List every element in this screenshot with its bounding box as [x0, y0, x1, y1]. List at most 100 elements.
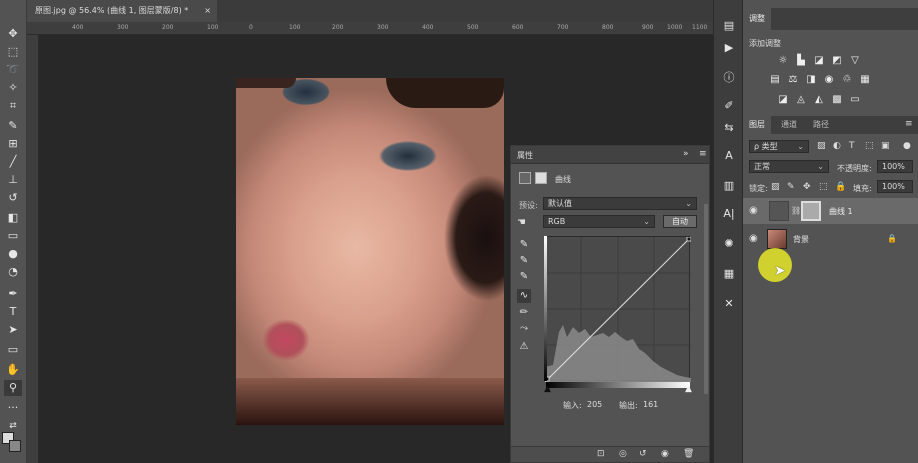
more-tools-icon[interactable]: ···: [4, 400, 22, 416]
white-point-slider[interactable]: ▲: [685, 384, 692, 394]
color-balance-icon[interactable]: ⚖: [787, 74, 799, 86]
curve-point-tool-icon[interactable]: ∿: [517, 289, 531, 303]
channel-select[interactable]: RGB ⌄: [543, 215, 655, 228]
eyedropper-tool-icon[interactable]: ✎: [4, 118, 22, 134]
layer-row-curves[interactable]: ◉ ⛓ 曲线 1: [743, 198, 918, 224]
dodge-tool-icon[interactable]: ◔: [4, 264, 22, 280]
black-point-slider[interactable]: ▲: [544, 384, 551, 394]
visibility-eye-icon[interactable]: ◉: [661, 449, 669, 459]
move-tool-icon[interactable]: ✥: [4, 26, 22, 42]
view-previous-icon[interactable]: ◎: [619, 449, 627, 459]
layer-name[interactable]: 曲线 1: [829, 206, 853, 217]
layer-mask-thumb[interactable]: [801, 201, 821, 221]
zoom-tool-icon[interactable]: ⚲: [4, 380, 22, 396]
blur-tool-icon[interactable]: ●: [4, 246, 22, 262]
actions-panel-icon[interactable]: ▶: [721, 40, 737, 56]
eyedropper-gray-icon[interactable]: ✎: [517, 254, 531, 268]
output-value[interactable]: 161: [643, 400, 658, 409]
channel-mixer-icon[interactable]: ♲: [841, 74, 853, 86]
collapse-icon[interactable]: »: [683, 149, 689, 159]
color-panel-icon[interactable]: ✺: [721, 236, 737, 252]
black-white-icon[interactable]: ◨: [805, 74, 817, 86]
tab-adjustments[interactable]: 调整: [743, 8, 771, 30]
clipping-warning-icon[interactable]: ⚠: [517, 340, 531, 354]
delete-icon[interactable]: 🗑: [683, 449, 694, 459]
clip-to-layer-icon[interactable]: ⊡: [597, 449, 605, 459]
levels-icon[interactable]: ▙: [795, 55, 807, 67]
crop-tool-icon[interactable]: ⌗: [4, 98, 22, 114]
gradient-tool-icon[interactable]: ▭: [4, 228, 22, 244]
kind-filter-select[interactable]: ρ 类型 ⌄: [749, 140, 809, 153]
brush-panel-icon[interactable]: ✐: [721, 98, 737, 114]
shape-tool-icon[interactable]: ▭: [4, 342, 22, 358]
clone-source-icon[interactable]: ⇆: [721, 120, 737, 136]
filter-toggle-icon[interactable]: ●: [903, 141, 911, 151]
magic-wand-tool-icon[interactable]: ✧: [4, 80, 22, 96]
lock-pixels-icon[interactable]: ✎: [787, 182, 795, 192]
pen-tool-icon[interactable]: ✒: [4, 286, 22, 302]
exposure-icon[interactable]: ◩: [831, 55, 843, 67]
visibility-eye-icon[interactable]: ◉: [749, 205, 758, 216]
filter-pixel-icon[interactable]: ▨: [817, 141, 826, 151]
marquee-tool-icon[interactable]: ⬚: [4, 44, 22, 60]
curves-icon[interactable]: ◪: [813, 55, 825, 67]
smooth-curve-icon[interactable]: ⤳: [517, 322, 531, 336]
preset-select[interactable]: 默认值 ⌄: [543, 197, 697, 210]
reset-icon[interactable]: ↺: [639, 449, 647, 459]
panel-menu-icon[interactable]: ≡: [699, 149, 707, 159]
background-color-swatch[interactable]: [9, 440, 21, 452]
hand-tool-icon[interactable]: ✋: [4, 362, 22, 378]
photo-filter-icon[interactable]: ◉: [823, 74, 835, 86]
input-value[interactable]: 205: [587, 400, 602, 409]
panel-menu-icon[interactable]: ≡: [905, 119, 913, 129]
color-lookup-icon[interactable]: ▦: [859, 74, 871, 86]
character-panel-icon[interactable]: A: [721, 148, 737, 164]
history-panel-icon[interactable]: ▤: [721, 18, 737, 34]
type-tool-icon[interactable]: T: [4, 304, 22, 320]
tab-channels[interactable]: 通道: [775, 116, 803, 134]
selective-color-icon[interactable]: ▭: [849, 94, 861, 106]
curve-graph[interactable]: [544, 236, 691, 382]
filter-smart-icon[interactable]: ▣: [881, 141, 890, 151]
document-tab[interactable]: 原图.jpg @ 56.4% (曲线 1, 图层蒙版/8) * ×: [27, 0, 217, 22]
adjustment-icon[interactable]: [519, 172, 531, 184]
portrait-photo[interactable]: [236, 78, 504, 425]
filter-type-icon[interactable]: T: [849, 141, 855, 151]
lock-all-icon[interactable]: 🔒: [835, 182, 846, 192]
lock-position-icon[interactable]: ✥: [803, 182, 811, 192]
vibrance-icon[interactable]: ▽: [849, 55, 861, 67]
target-adjust-icon[interactable]: ☚: [517, 217, 526, 228]
path-select-tool-icon[interactable]: ➤: [4, 322, 22, 338]
close-icon[interactable]: ×: [204, 0, 211, 22]
eyedropper-white-icon[interactable]: ✎: [517, 270, 531, 284]
pencil-draw-icon[interactable]: ✏: [517, 306, 531, 320]
opacity-field[interactable]: 100%: [877, 160, 913, 173]
fill-field[interactable]: 100%: [877, 180, 913, 193]
filter-shape-icon[interactable]: ⬚: [865, 141, 874, 151]
stamp-tool-icon[interactable]: ⊥: [4, 172, 22, 188]
brush-tool-icon[interactable]: ╱: [4, 154, 22, 170]
invert-icon[interactable]: ◪: [777, 94, 789, 106]
layer-name[interactable]: 背景: [793, 234, 809, 245]
filter-adjustment-icon[interactable]: ◐: [833, 141, 841, 151]
lock-transparent-icon[interactable]: ▨: [771, 182, 780, 192]
gradient-map-icon[interactable]: ▩: [831, 94, 843, 106]
blend-mode-select[interactable]: 正常 ⌄: [749, 160, 829, 173]
tab-paths[interactable]: 路径: [807, 116, 835, 134]
lock-artboard-icon[interactable]: ⬚: [819, 182, 828, 192]
hue-saturation-icon[interactable]: ▤: [769, 74, 781, 86]
eraser-tool-icon[interactable]: ◧: [4, 210, 22, 226]
threshold-icon[interactable]: ◭: [813, 94, 825, 106]
brightness-icon[interactable]: ☼: [777, 55, 789, 67]
info-panel-icon[interactable]: ⓘ: [721, 70, 737, 86]
posterize-icon[interactable]: ◬: [795, 94, 807, 106]
libraries-panel-icon[interactable]: ▥: [721, 178, 737, 194]
paragraph-panel-icon[interactable]: A|: [721, 206, 737, 222]
auto-button[interactable]: 自动: [663, 215, 697, 228]
eyedropper-black-icon[interactable]: ✎: [517, 238, 531, 252]
healing-tool-icon[interactable]: ⊞: [4, 136, 22, 152]
mask-icon[interactable]: [535, 172, 547, 184]
lasso-tool-icon[interactable]: ➰: [4, 62, 22, 78]
link-icon[interactable]: ⛓: [791, 206, 801, 215]
swatches-panel-icon[interactable]: ▦: [721, 266, 737, 282]
